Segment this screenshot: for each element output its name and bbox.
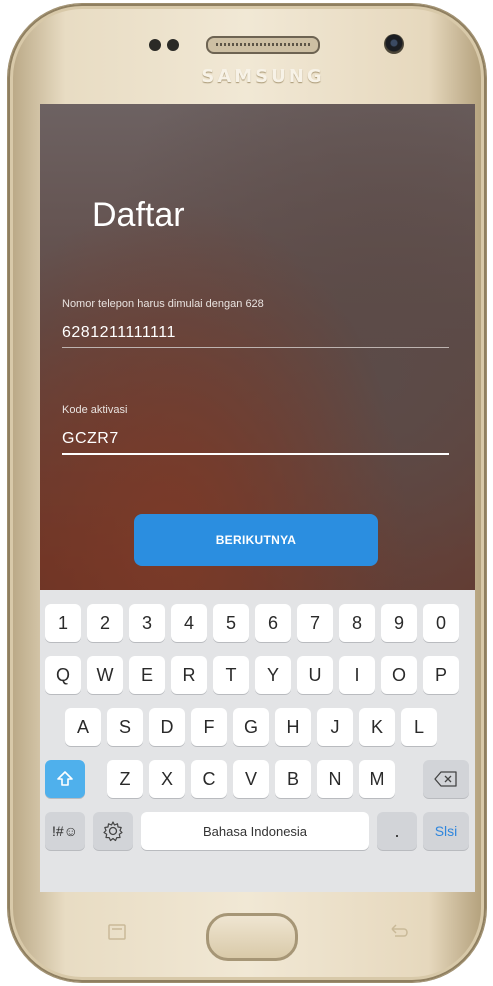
back-icon[interactable] — [384, 922, 414, 942]
key-y[interactable]: Y — [255, 656, 291, 694]
brand-logo: SAMSUNG — [201, 66, 325, 87]
key-c[interactable]: C — [191, 760, 227, 798]
backspace-key[interactable] — [423, 760, 469, 798]
key-0[interactable]: 0 — [423, 604, 459, 642]
key-4[interactable]: 4 — [171, 604, 207, 642]
activation-code-field[interactable]: GCZR7 — [62, 430, 119, 448]
key-v[interactable]: V — [233, 760, 269, 798]
sensor-dots — [149, 38, 185, 56]
key-5[interactable]: 5 — [213, 604, 249, 642]
phone-field[interactable]: 6281211111111 — [62, 324, 176, 342]
key-r[interactable]: R — [171, 656, 207, 694]
key-b[interactable]: B — [275, 760, 311, 798]
key-1[interactable]: 1 — [45, 604, 81, 642]
key-n[interactable]: N — [317, 760, 353, 798]
key-j[interactable]: J — [317, 708, 353, 746]
front-camera — [384, 34, 404, 54]
symbols-key[interactable]: !#☺ — [45, 812, 85, 850]
shift-icon — [57, 771, 73, 786]
activation-code-underline — [62, 453, 449, 455]
period-key[interactable]: . — [377, 812, 417, 850]
key-g[interactable]: G — [233, 708, 269, 746]
done-key[interactable]: Slsi — [423, 812, 469, 850]
key-9[interactable]: 9 — [381, 604, 417, 642]
key-t[interactable]: T — [213, 656, 249, 694]
key-a[interactable]: A — [65, 708, 101, 746]
shift-key[interactable] — [45, 760, 85, 798]
key-x[interactable]: X — [149, 760, 185, 798]
key-p[interactable]: P — [423, 656, 459, 694]
key-3[interactable]: 3 — [129, 604, 165, 642]
home-button[interactable] — [206, 913, 298, 961]
next-button[interactable]: BERIKUTNYA — [134, 514, 378, 566]
key-m[interactable]: M — [359, 760, 395, 798]
key-z[interactable]: Z — [107, 760, 143, 798]
key-q[interactable]: Q — [45, 656, 81, 694]
activation-code-label: Kode aktivasi — [62, 404, 128, 416]
key-e[interactable]: E — [129, 656, 165, 694]
key-h[interactable]: H — [275, 708, 311, 746]
phone-field-underline — [62, 347, 449, 348]
soft-keyboard: 1 2 3 4 5 6 7 8 9 0 Q W E R T Y U I O P … — [40, 590, 475, 892]
page-title: Daftar — [92, 196, 185, 234]
backspace-icon — [434, 771, 457, 787]
key-i[interactable]: I — [339, 656, 375, 694]
key-6[interactable]: 6 — [255, 604, 291, 642]
key-u[interactable]: U — [297, 656, 333, 694]
phone-field-label: Nomor telepon harus dimulai dengan 628 — [62, 298, 264, 310]
gear-icon — [103, 821, 123, 842]
key-l[interactable]: L — [401, 708, 437, 746]
key-s[interactable]: S — [107, 708, 143, 746]
key-2[interactable]: 2 — [87, 604, 123, 642]
key-o[interactable]: O — [381, 656, 417, 694]
app-screen: Daftar Nomor telepon harus dimulai denga… — [40, 104, 475, 892]
key-8[interactable]: 8 — [339, 604, 375, 642]
key-w[interactable]: W — [87, 656, 123, 694]
key-7[interactable]: 7 — [297, 604, 333, 642]
space-key[interactable]: Bahasa Indonesia — [141, 812, 369, 850]
earpiece-speaker — [206, 36, 320, 54]
key-d[interactable]: D — [149, 708, 185, 746]
recent-apps-icon[interactable] — [102, 922, 132, 942]
key-f[interactable]: F — [191, 708, 227, 746]
key-k[interactable]: K — [359, 708, 395, 746]
keyboard-settings-key[interactable] — [93, 812, 133, 850]
